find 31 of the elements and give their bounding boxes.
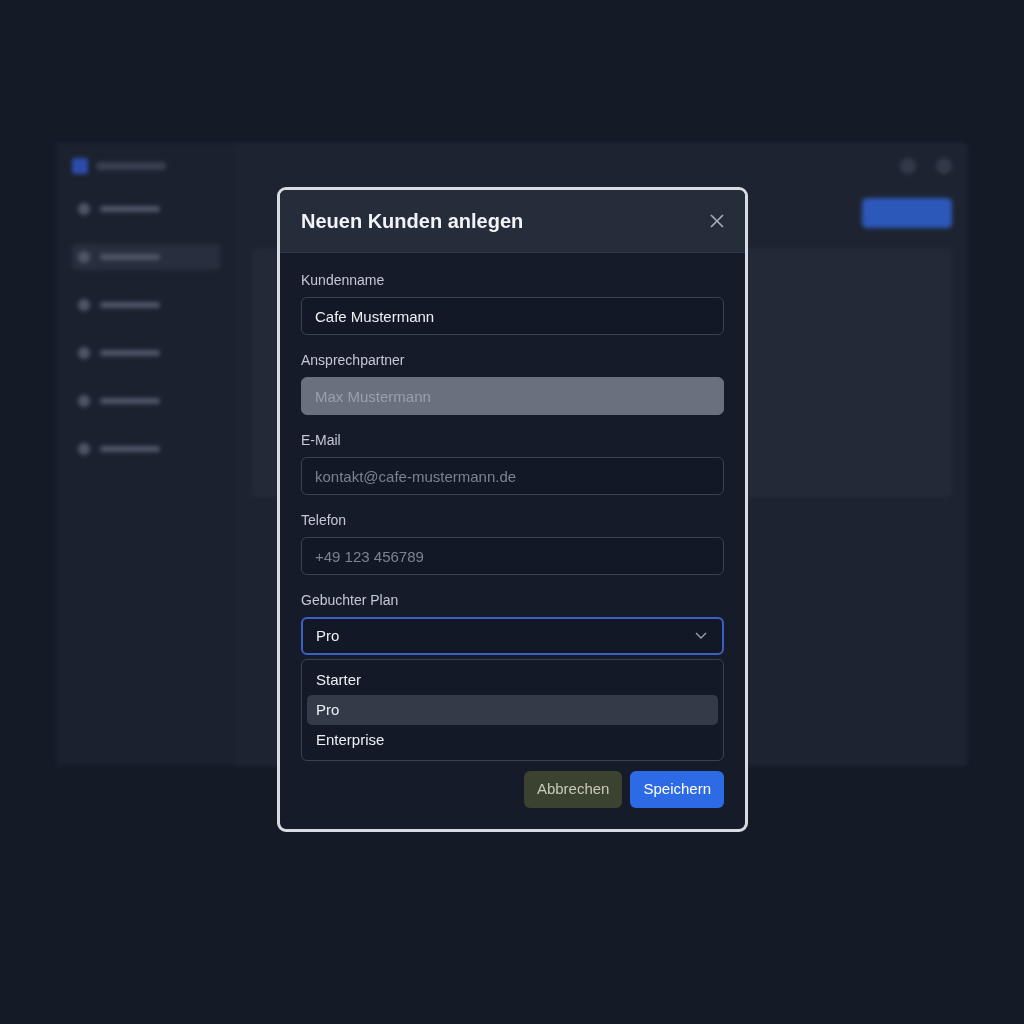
blurred-label bbox=[100, 398, 160, 404]
text-field[interactable]: kontakt@cafe-mustermann.de bbox=[301, 457, 724, 495]
blurred-label bbox=[100, 350, 160, 356]
blurred-label bbox=[100, 302, 160, 308]
dropdown-option[interactable]: Pro bbox=[307, 695, 718, 725]
cancel-button[interactable]: Abbrechen bbox=[523, 771, 623, 808]
plan-select[interactable]: Pro bbox=[301, 617, 724, 655]
field-label: Kundenname bbox=[301, 271, 386, 289]
chevron-down-icon bbox=[695, 632, 707, 640]
blurred-label bbox=[100, 446, 160, 452]
blurred-nav-icon bbox=[78, 395, 90, 407]
field-label: Gebuchter Plan bbox=[301, 591, 400, 609]
dropdown-option[interactable]: Starter bbox=[307, 665, 718, 695]
text-field[interactable]: Cafe Mustermann bbox=[301, 297, 724, 335]
blurred-label bbox=[96, 162, 166, 170]
blurred-nav-icon bbox=[78, 251, 90, 263]
save-button[interactable]: Speichern bbox=[630, 771, 724, 808]
close-icon[interactable] bbox=[710, 214, 724, 228]
logo-icon bbox=[72, 158, 88, 174]
blurred-nav-icon bbox=[78, 347, 90, 359]
blurred-label bbox=[100, 206, 160, 212]
blurred-nav-icon bbox=[78, 203, 90, 215]
dropdown-option[interactable]: Enterprise bbox=[307, 725, 718, 755]
field-label: Ansprechpartner bbox=[301, 351, 406, 369]
blurred-nav-icon bbox=[78, 443, 90, 455]
blurred-label bbox=[100, 254, 160, 260]
dialog-title: Neuen Kunden anlegen bbox=[301, 209, 524, 234]
field-label: E-Mail bbox=[301, 431, 342, 449]
blurred-nav-icon bbox=[78, 299, 90, 311]
text-field[interactable]: +49 123 456789 bbox=[301, 537, 724, 575]
field-label: Telefon bbox=[301, 511, 348, 529]
